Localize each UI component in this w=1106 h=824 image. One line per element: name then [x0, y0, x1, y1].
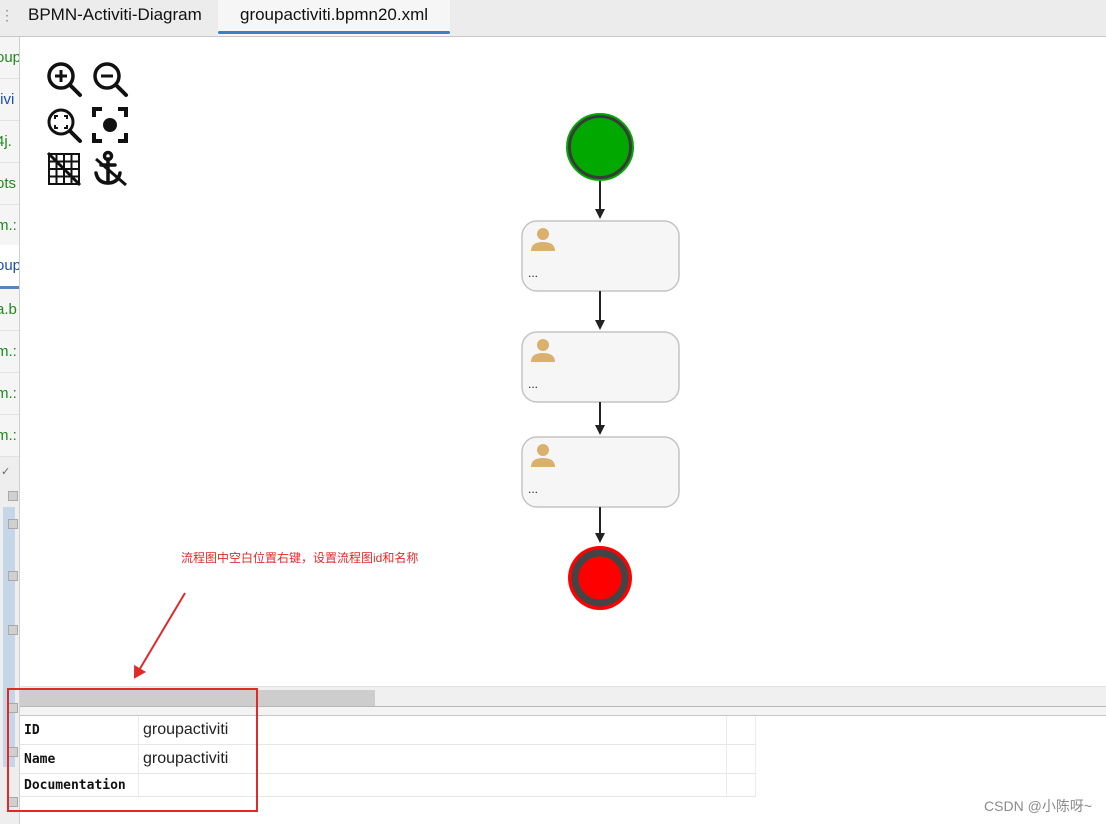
tab-groupactiviti-xml[interactable]: groupactiviti.bpmn20.xml	[218, 0, 450, 36]
annotation-note: 流程图中空白位置右键，设置流程图id和名称	[181, 551, 419, 565]
task-label: ...	[528, 266, 538, 280]
tree-item[interactable]: oup	[0, 37, 19, 79]
tree-item[interactable]: m.:	[0, 415, 19, 457]
tree-item-selected[interactable]: oup	[0, 245, 19, 289]
tree-item[interactable]: 4j.	[0, 121, 19, 163]
task-label: ...	[528, 377, 538, 391]
start-event[interactable]	[566, 113, 634, 181]
tree-item[interactable]: tivi	[0, 79, 19, 121]
end-event[interactable]	[568, 546, 632, 610]
user-task[interactable]: ...	[521, 436, 680, 508]
property-extra	[726, 744, 756, 774]
user-task[interactable]: ...	[521, 220, 680, 292]
tree-item[interactable]: m.:	[0, 331, 19, 373]
annotation-arrow	[133, 592, 186, 679]
tree-item[interactable]: m.:	[0, 205, 19, 247]
editor-tab-bar: ⋮ BPMN-Activiti-Diagram groupactiviti.bp…	[0, 0, 1106, 37]
tab-overflow-icon[interactable]: ⋮	[0, 0, 14, 36]
expander-icon[interactable]: ✓	[1, 465, 10, 478]
active-tab-indicator	[218, 31, 450, 34]
tree-item[interactable]: m.:	[0, 373, 19, 415]
node-marker[interactable]	[8, 519, 18, 529]
node-marker[interactable]	[8, 491, 18, 501]
task-label: ...	[528, 482, 538, 496]
tab-label: groupactiviti.bpmn20.xml	[239, 5, 429, 24]
user-task[interactable]: ...	[521, 331, 680, 403]
node-marker[interactable]	[8, 571, 18, 581]
tree-item[interactable]: a.b	[0, 289, 19, 331]
tree-item[interactable]: ots	[0, 163, 19, 205]
annotation-highlight-box	[7, 688, 258, 812]
property-extra	[726, 716, 756, 745]
node-marker[interactable]	[8, 625, 18, 635]
watermark: CSDN @小陈呀~	[984, 798, 1092, 814]
property-extra	[726, 773, 756, 797]
tab-bpmn-activiti-diagram[interactable]: BPMN-Activiti-Diagram	[18, 0, 218, 36]
